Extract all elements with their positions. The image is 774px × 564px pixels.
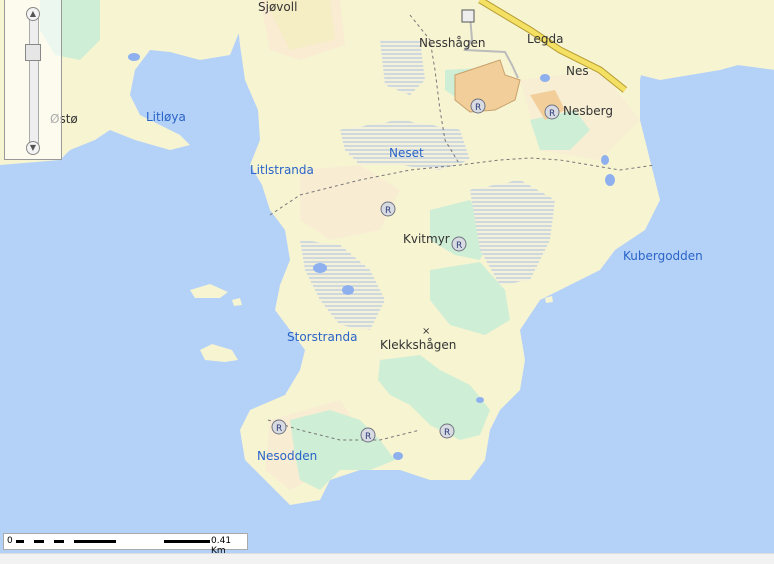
- peak-marker-icon: ×: [422, 326, 430, 337]
- poi-marker-icon[interactable]: R: [271, 419, 287, 435]
- status-strip: [0, 553, 774, 564]
- water-label-storstranda: Storstranda: [287, 330, 358, 344]
- place-label-nes: Nes: [566, 64, 589, 78]
- zoom-slider-handle[interactable]: [25, 44, 41, 61]
- water-label-neset: Neset: [389, 146, 424, 160]
- poi-marker-icon[interactable]: R: [380, 201, 396, 217]
- pond: [313, 263, 327, 273]
- water-label-kubergodden: Kubergodden: [623, 249, 703, 263]
- scale-bar: 0 0.41 Km: [3, 533, 248, 556]
- svg-text:R: R: [475, 103, 481, 113]
- pond: [342, 285, 354, 295]
- pond: [605, 174, 615, 186]
- poi-marker-icon[interactable]: R: [470, 98, 486, 114]
- zoom-control[interactable]: ▲ ▼: [4, 0, 62, 160]
- zoom-in-icon[interactable]: ▲: [26, 7, 40, 21]
- scale-bar-graphic: [16, 540, 210, 543]
- place-label-legda: Legda: [527, 32, 564, 46]
- map-canvas[interactable]: R R R R R R R ×: [0, 0, 774, 563]
- svg-text:R: R: [549, 109, 555, 119]
- pond: [540, 74, 550, 82]
- poi-marker-icon[interactable]: R: [451, 236, 467, 252]
- place-label-sjovoll: Sjøvoll: [258, 0, 298, 14]
- svg-text:R: R: [276, 424, 282, 434]
- poi-marker-icon[interactable]: R: [544, 104, 560, 120]
- zoom-out-icon[interactable]: ▼: [26, 141, 40, 155]
- place-label-klekkshagen: Klekkshågen: [380, 338, 457, 352]
- poi-marker-icon[interactable]: R: [439, 423, 455, 439]
- poi-marker-icon[interactable]: R: [360, 427, 376, 443]
- building-icon: [461, 9, 475, 23]
- pond: [476, 397, 484, 403]
- water-label-litlstranda: Litlstranda: [250, 163, 314, 177]
- svg-text:R: R: [365, 432, 371, 442]
- svg-text:R: R: [456, 241, 462, 251]
- water-label-litloya: Litløya: [146, 110, 186, 124]
- place-label-nesberg: Nesberg: [563, 104, 613, 118]
- water-label-nesodden: Nesodden: [257, 449, 318, 463]
- zoom-slider-track[interactable]: [29, 11, 39, 145]
- svg-text:R: R: [444, 428, 450, 438]
- pond: [393, 452, 403, 460]
- pond: [128, 53, 140, 61]
- place-label-nesshagen: Nesshågen: [419, 36, 486, 50]
- place-label-kvitmyr: Kvitmyr: [403, 232, 450, 246]
- pond: [601, 155, 609, 165]
- scale-min-label: 0: [7, 536, 13, 546]
- svg-text:R: R: [385, 206, 391, 216]
